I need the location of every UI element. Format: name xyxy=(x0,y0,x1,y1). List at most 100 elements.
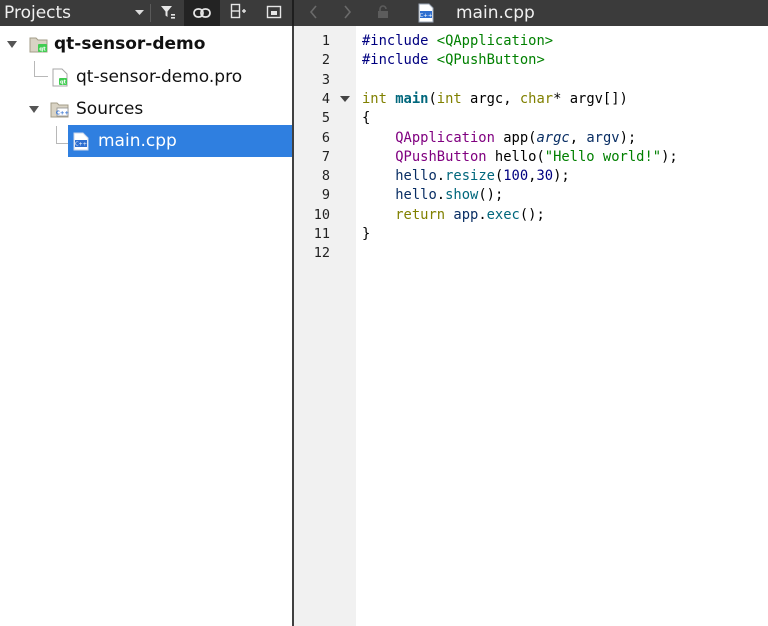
open-file-name[interactable]: main.cpp xyxy=(456,0,535,26)
code-line[interactable]: hello.show(); xyxy=(362,186,503,205)
code-token: , xyxy=(569,129,587,146)
line-number: 3 xyxy=(321,71,330,88)
code-token: ( xyxy=(428,90,437,107)
line-number: 5 xyxy=(321,110,330,127)
link-with-editor-button[interactable] xyxy=(184,0,220,26)
code-line[interactable]: } xyxy=(362,225,370,244)
chevron-left-icon xyxy=(309,4,318,23)
lock-icon xyxy=(376,4,390,23)
pro-file-icon: qt xyxy=(52,68,70,87)
split-view-icon xyxy=(230,3,246,23)
code-token: <QApplication> xyxy=(436,33,554,49)
line-number: 11 xyxy=(313,226,330,242)
svg-text:qt: qt xyxy=(60,80,67,86)
code-token: resize xyxy=(445,168,495,185)
link-icon xyxy=(193,4,211,23)
code-token: #include xyxy=(362,33,437,49)
svg-text:qt: qt xyxy=(39,47,46,53)
filter-icon xyxy=(160,4,176,23)
view-selector-chevron-down-icon[interactable] xyxy=(130,0,148,26)
code-token: <QPushButton> xyxy=(436,52,545,69)
tree-item-sources-folder[interactable]: C++ Sources xyxy=(0,93,292,126)
tree-item-main-cpp[interactable]: C++ main.cpp xyxy=(0,125,292,158)
code-token: (); xyxy=(478,187,504,204)
line-number: 2 xyxy=(321,52,330,69)
split-button[interactable] xyxy=(220,0,256,26)
line-number: 12 xyxy=(313,245,330,262)
code-token: app( xyxy=(494,129,537,146)
code-token: QPushButton xyxy=(395,148,487,165)
fold-marker-icon[interactable] xyxy=(340,96,350,102)
code-line[interactable]: hello.resize(100,30); xyxy=(362,167,570,186)
code-token: ); xyxy=(553,168,570,185)
cpp-icon-text: C++ xyxy=(419,13,432,19)
code-token: 30 xyxy=(536,168,554,185)
line-number: 8 xyxy=(321,168,330,185)
code-token: { xyxy=(362,110,371,127)
tree-item-label: Sources xyxy=(76,99,144,119)
line-number: 10 xyxy=(313,206,330,223)
tree-item-pro-file[interactable]: qt qt-sensor-demo.pro xyxy=(0,61,292,94)
close-pane-button[interactable] xyxy=(256,0,292,26)
code-token: . xyxy=(436,168,446,185)
projects-toolbar: Projects xyxy=(0,0,292,26)
tree-item-label: qt-sensor-demo xyxy=(54,34,206,54)
code-token: main xyxy=(395,90,429,107)
code-token: ); xyxy=(619,129,637,146)
expand-arrow-icon[interactable] xyxy=(7,38,19,50)
code-line[interactable]: QApplication app(argc, argv); xyxy=(362,129,636,148)
editor-toolbar: main.cpp xyxy=(294,0,768,26)
line-number: 7 xyxy=(321,148,330,165)
code-line[interactable]: return app.exec(); xyxy=(362,206,545,225)
close-pane-icon xyxy=(266,4,282,23)
code-token: show xyxy=(445,187,479,204)
code-token: } xyxy=(362,226,371,242)
line-number: 9 xyxy=(321,187,330,204)
code-line[interactable]: int main(int argc, char* argv[]) xyxy=(362,90,628,109)
code-token: return xyxy=(395,206,446,223)
code-token: int xyxy=(436,90,462,107)
cpp-file-icon: C++ xyxy=(418,3,434,27)
code-token: char xyxy=(519,90,554,107)
chevron-right-icon xyxy=(343,4,352,23)
cpp-file-icon: C++ xyxy=(73,132,91,151)
code-token: hello xyxy=(395,168,437,185)
code-token: app xyxy=(453,206,479,223)
code-token: argv xyxy=(586,129,620,146)
code-token: exec xyxy=(486,206,520,223)
code-token: "Hello world!" xyxy=(544,148,662,165)
lock-button[interactable] xyxy=(368,0,398,26)
projects-panel-title[interactable]: Projects xyxy=(0,0,71,26)
filter-button[interactable] xyxy=(150,0,186,26)
code-token: ); xyxy=(661,148,678,165)
code-editor[interactable] xyxy=(356,26,768,626)
code-line[interactable]: { xyxy=(362,109,370,128)
code-line[interactable]: QPushButton hello("Hello world!"); xyxy=(362,148,678,167)
svg-text:C++: C++ xyxy=(75,142,87,148)
back-button[interactable] xyxy=(298,0,328,26)
line-number: 1 xyxy=(321,33,330,49)
code-token: hello( xyxy=(486,148,545,165)
code-token: #include xyxy=(362,52,437,69)
code-token: . xyxy=(478,206,487,223)
source-folder-icon: C++ xyxy=(50,100,70,118)
code-token: * argv[]) xyxy=(553,90,628,107)
tree-item-project[interactable]: qt qt-sensor-demo xyxy=(0,28,292,61)
code-token: 100 xyxy=(503,168,529,185)
tree-item-label: qt-sensor-demo.pro xyxy=(76,67,243,87)
code-line[interactable]: #include <QPushButton> xyxy=(362,51,545,70)
code-line[interactable]: #include <QApplication> xyxy=(362,32,553,51)
line-number: 4 xyxy=(321,90,330,107)
svg-text:C++: C++ xyxy=(56,111,70,117)
code-token: (); xyxy=(519,206,545,223)
code-token: QApplication xyxy=(395,129,495,146)
top-toolbar: Projects main.cpp C++ xyxy=(0,0,768,26)
expand-arrow-icon[interactable] xyxy=(29,103,41,115)
project-tree: qt qt-sensor-demo qt qt-sensor-demo.pro … xyxy=(0,26,292,626)
forward-button[interactable] xyxy=(332,0,362,26)
